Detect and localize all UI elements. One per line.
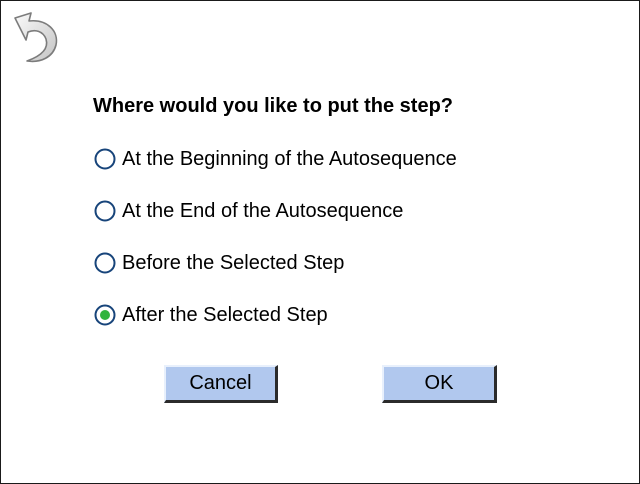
option-end[interactable]: At the End of the Autosequence: [94, 196, 457, 226]
placement-options: At the Beginning of the Autosequence At …: [94, 144, 457, 352]
radio-selected-icon[interactable]: [94, 304, 116, 326]
option-label: At the Beginning of the Autosequence: [122, 147, 457, 170]
question-heading: Where would you like to put the step?: [93, 95, 454, 117]
radio-unselected-icon[interactable]: [94, 148, 116, 170]
radio-unselected-icon[interactable]: [94, 200, 116, 222]
dialog-panel: Where would you like to put the step? At…: [0, 0, 640, 484]
option-label: After the Selected Step: [122, 303, 328, 326]
option-beginning[interactable]: At the Beginning of the Autosequence: [94, 144, 457, 174]
option-after-selected[interactable]: After the Selected Step: [94, 300, 457, 330]
cancel-button[interactable]: Cancel: [164, 365, 278, 403]
option-label: Before the Selected Step: [122, 251, 345, 274]
option-before-selected[interactable]: Before the Selected Step: [94, 248, 457, 278]
radio-unselected-icon[interactable]: [94, 252, 116, 274]
ok-button[interactable]: OK: [382, 365, 497, 403]
back-arrow-icon[interactable]: [11, 11, 63, 65]
option-label: At the End of the Autosequence: [122, 199, 404, 222]
